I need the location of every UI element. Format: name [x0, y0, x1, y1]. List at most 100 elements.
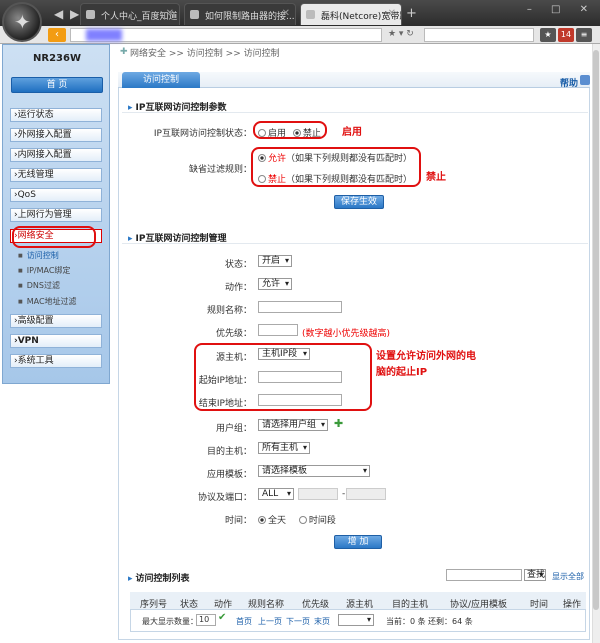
scrollbar-thumb[interactable]: [593, 50, 599, 610]
col-header-dst-host: 目的主机: [392, 600, 429, 610]
col-header-operation: 操作: [563, 600, 582, 610]
sidebar-subitem-access-control[interactable]: 访问控制: [18, 250, 59, 261]
close-tab-icon[interactable]: ✕: [166, 8, 174, 19]
forward-arrow-icon[interactable]: ▶: [70, 7, 79, 21]
col-header-state: 状态: [180, 600, 199, 610]
last-page-link[interactable]: 末页: [314, 616, 330, 627]
page-favicon-icon: [306, 10, 315, 19]
user-group-select[interactable]: 请选择用户组: [258, 419, 328, 431]
dst-host-select[interactable]: 所有主机: [258, 442, 310, 454]
close-tab-icon[interactable]: ✕: [282, 8, 290, 19]
sidebar-item-system[interactable]: ›系统工具: [10, 354, 102, 368]
col-header-protocol: 协议/应用模板: [450, 600, 508, 610]
section-title-list: 访问控制列表: [128, 571, 190, 584]
divider: [122, 112, 588, 113]
add-button[interactable]: 增 加: [334, 535, 382, 549]
bookmark-star-icon[interactable]: ★ ▾ ↻: [388, 29, 414, 39]
state-select[interactable]: 开启: [258, 255, 292, 267]
sidebar-item-lan[interactable]: ›内网接入配置: [10, 148, 102, 162]
sidebar-item-behavior[interactable]: ›上网行为管理: [10, 208, 102, 222]
prev-page-link[interactable]: 上一页: [258, 616, 282, 627]
sidebar-subitem-ipmac[interactable]: IP/MAC绑定: [18, 265, 71, 276]
tab-access-control[interactable]: 访问控制: [122, 72, 200, 88]
window-controls[interactable]: – □ ✕: [527, 4, 596, 15]
sidebar-item-advanced[interactable]: ›高级配置: [10, 314, 102, 328]
home-button[interactable]: 首 页: [11, 77, 103, 93]
app-template-label: 应用模板：: [206, 470, 252, 480]
breadcrumb: 网络安全 >> 访问控制 >> 访问控制: [130, 49, 280, 59]
save-button[interactable]: 保存生效: [334, 195, 384, 209]
priority-note: (数字越小优先级越高): [302, 329, 391, 339]
browser-tab-3-active[interactable]: 磊科(Netcore)宽带路 ✕: [300, 3, 402, 25]
browser-search-input[interactable]: [424, 28, 534, 42]
annotation-note-line2: 脑的起止IP: [376, 367, 428, 378]
apply-check-icon[interactable]: ✔: [218, 612, 226, 623]
col-header-time: 时间: [530, 600, 549, 610]
dst-host-label: 目的主机：: [206, 447, 252, 457]
port-separator: -: [342, 489, 346, 499]
time-period-radio[interactable]: [298, 516, 307, 524]
app-template-select[interactable]: 请选择模板: [258, 465, 370, 477]
col-header-rule-name: 规则名称: [248, 600, 285, 610]
list-search-button[interactable]: 查找: [524, 569, 546, 581]
close-tab-icon[interactable]: ✕: [388, 8, 396, 19]
user-group-label: 用户组：: [215, 424, 252, 434]
sidebar-subitem-mac-filter[interactable]: MAC地址过滤: [18, 296, 77, 307]
sidebar-item-qos[interactable]: ›QoS: [10, 188, 102, 202]
current-count: 当前：0 条: [386, 617, 426, 626]
notification-badge[interactable]: 14: [558, 28, 574, 42]
action-select[interactable]: 允许: [258, 278, 292, 290]
annotation-deny: 禁止: [426, 172, 446, 183]
sidebar-item-status[interactable]: ›运行状态: [10, 108, 102, 122]
next-page-link[interactable]: 下一页: [286, 616, 310, 627]
annotation-box-default: [251, 147, 421, 187]
list-search-input[interactable]: [446, 569, 522, 581]
sidebar-item-vpn[interactable]: ›VPN: [10, 334, 102, 348]
annotation-note-line1: 设置允许访问外网的电: [376, 351, 476, 362]
protocol-select[interactable]: ALL: [258, 488, 294, 500]
annotation-box-status: [253, 121, 327, 139]
add-user-group-icon[interactable]: ✚: [334, 417, 343, 430]
breadcrumb-icon: ✚: [120, 47, 128, 57]
annotation-enable: 启用: [342, 127, 362, 138]
rule-name-label: 规则名称：: [206, 306, 252, 316]
browser-tab-1[interactable]: 个人中心_百度知道 ✕: [80, 3, 180, 25]
sidebar-item-wan[interactable]: ›外网接入配置: [10, 128, 102, 142]
max-display-input[interactable]: 10: [196, 614, 216, 626]
port-end-input[interactable]: [346, 488, 386, 500]
show-all-link[interactable]: 显示全部: [552, 571, 584, 582]
page-select[interactable]: [338, 614, 374, 626]
status-label: IP互联网访问控制状态：: [153, 129, 252, 139]
browser-logo-icon[interactable]: [2, 2, 42, 42]
default-rule-label: 缺省过滤规则：: [188, 165, 252, 175]
back-button[interactable]: ‹: [48, 28, 66, 42]
favorites-icon[interactable]: ★: [540, 28, 556, 42]
menu-icon[interactable]: ≡: [576, 28, 592, 42]
page-favicon-icon: [190, 10, 199, 19]
priority-label: 优先级：: [215, 329, 252, 339]
time-label: 时间：: [224, 516, 252, 526]
first-page-link[interactable]: 首页: [236, 616, 252, 627]
page-favicon-icon: [86, 10, 95, 19]
time-all-day-radio[interactable]: [258, 516, 266, 524]
sidebar-subitem-dns[interactable]: DNS过滤: [18, 280, 60, 291]
port-start-input[interactable]: [298, 488, 338, 500]
col-header-priority: 优先级: [302, 600, 330, 610]
back-arrow-icon[interactable]: ◀: [54, 7, 63, 21]
state-label: 状态：: [224, 260, 252, 270]
rule-name-input[interactable]: [258, 301, 342, 313]
annotation-box-ip-range: [194, 343, 372, 411]
col-header-action: 动作: [214, 600, 233, 610]
help-icon[interactable]: [580, 75, 590, 85]
router-model: NR236W: [33, 53, 81, 64]
new-tab-button[interactable]: +: [406, 6, 417, 21]
max-display-label: 最大显示数量：: [142, 617, 198, 626]
sidebar-item-wireless[interactable]: ›无线管理: [10, 168, 102, 182]
col-header-serial: 序列号: [140, 600, 168, 610]
priority-input[interactable]: [258, 324, 298, 336]
action-label: 动作：: [224, 283, 252, 293]
blurred-url-region: [86, 29, 122, 41]
browser-tab-2[interactable]: 如何限制路由器的接... ✕: [184, 3, 296, 25]
help-link[interactable]: 帮助: [560, 76, 578, 89]
remaining-count: 还剩：64 条: [428, 617, 473, 626]
